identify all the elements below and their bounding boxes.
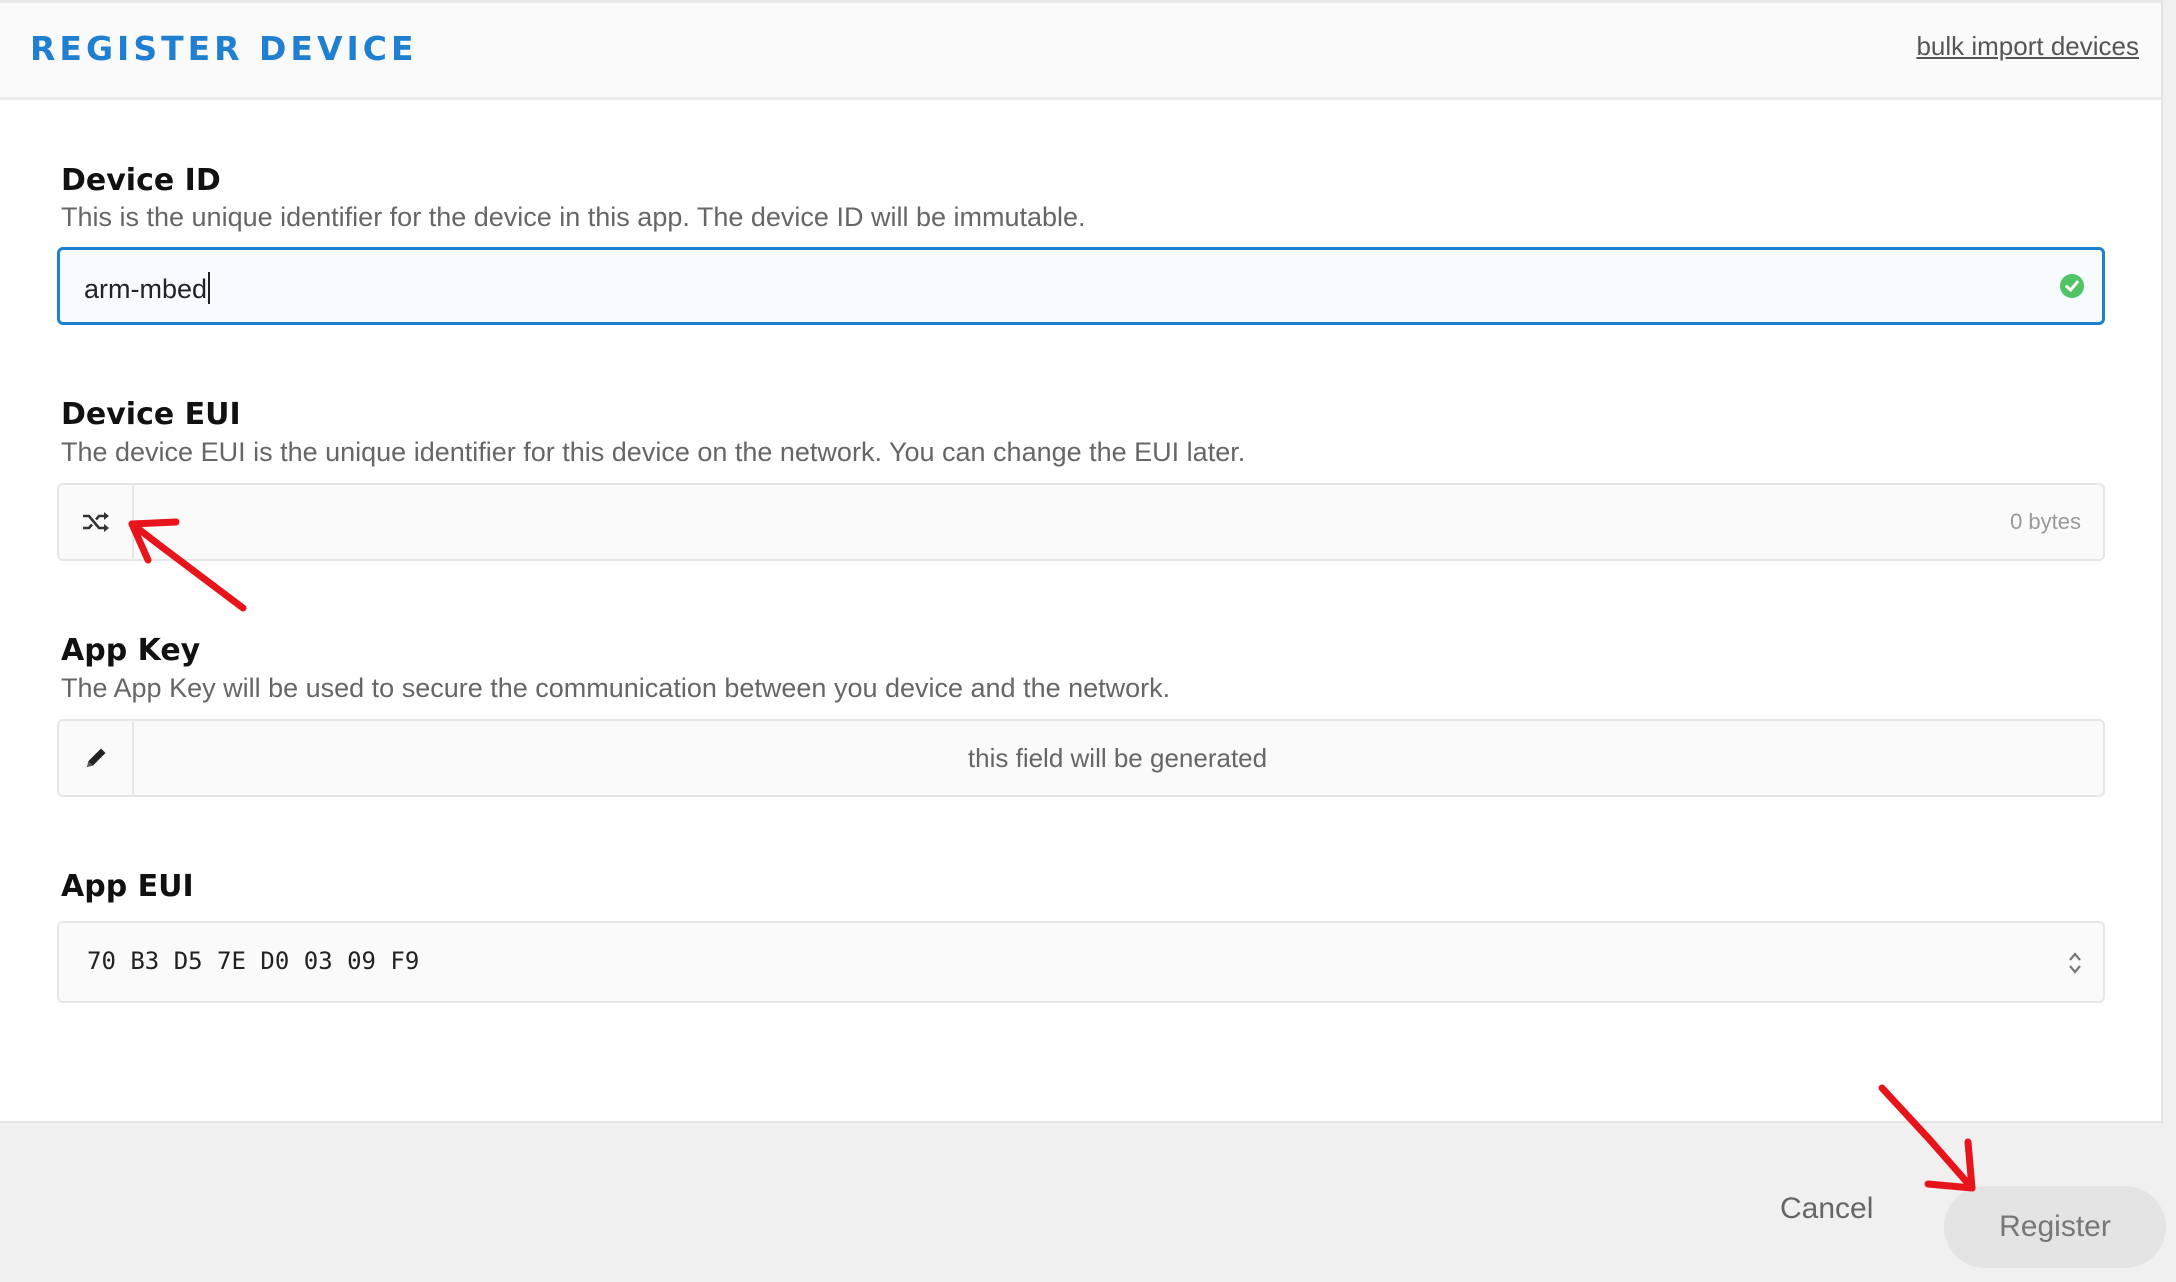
shuffle-icon (82, 512, 109, 532)
app-key-description: The App Key will be used to secure the c… (61, 673, 1171, 703)
device-id-value: arm-mbed (84, 272, 211, 305)
device-id-input[interactable]: arm-mbed (57, 247, 2105, 325)
device-id-label: Device ID (61, 163, 221, 198)
text-caret (208, 272, 211, 304)
up-down-chevron-icon (2069, 952, 2081, 974)
app-eui-select[interactable]: 70 B3 D5 7E D0 03 09 F9 (57, 921, 2105, 1003)
app-key-input[interactable]: this field will be generated (57, 719, 2105, 797)
pencil-icon (86, 748, 105, 767)
device-eui-input[interactable]: 0 bytes (57, 483, 2105, 561)
check-circle-icon (2060, 274, 2084, 298)
byte-count: 0 bytes (2010, 509, 2081, 534)
device-eui-description: The device EUI is the unique identifier … (61, 437, 1246, 467)
device-eui-label: Device EUI (61, 397, 241, 432)
red-arrow-annotation-eui (128, 518, 247, 612)
edit-app-key-button[interactable] (59, 721, 134, 795)
register-device-card: REGISTER DEVICE bulk import devices Devi… (0, 0, 2163, 1123)
page-title: REGISTER DEVICE (30, 29, 418, 68)
register-device-page: REGISTER DEVICE bulk import devices Devi… (0, 0, 2176, 1282)
app-key-placeholder: this field will be generated (967, 743, 1268, 773)
cancel-button[interactable]: Cancel (1780, 1192, 1873, 1226)
device-id-description: This is the unique identifier for the de… (61, 202, 1086, 232)
bulk-import-link[interactable]: bulk import devices (1916, 31, 2139, 62)
app-eui-value: 70 B3 D5 7E D0 03 09 F9 (87, 947, 420, 975)
app-eui-label: App EUI (61, 869, 194, 904)
app-key-label: App Key (61, 633, 201, 668)
card-header: REGISTER DEVICE bulk import devices (0, 3, 2161, 100)
red-arrow-annotation-register (1878, 1084, 1976, 1192)
